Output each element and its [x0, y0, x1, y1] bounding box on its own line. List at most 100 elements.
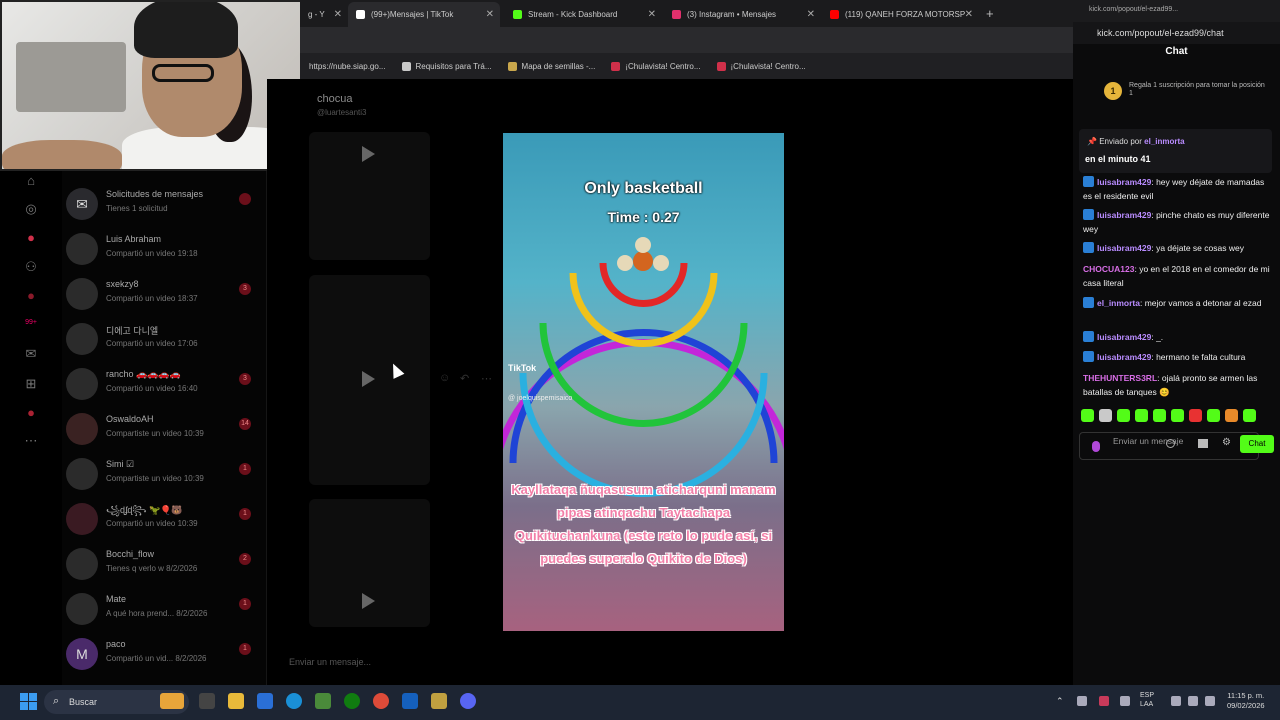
play-icon[interactable] — [362, 371, 375, 387]
app-tray-icon[interactable] — [1120, 696, 1130, 706]
taskview-icon[interactable] — [199, 693, 215, 709]
browser-tab-kick[interactable]: Stream - Kick Dashboard ✕ — [505, 4, 662, 24]
emote-icon[interactable] — [1171, 409, 1184, 422]
windows-start-icon[interactable] — [20, 693, 37, 710]
chat-username[interactable]: luisabram429 — [1097, 332, 1151, 342]
emote-icon[interactable] — [1243, 409, 1256, 422]
store-icon[interactable] — [257, 693, 273, 709]
address-bar[interactable] — [300, 27, 1073, 53]
tiktok-video-overlay[interactable]: Only basketball Time : 0.27 TikTok @ joe… — [503, 133, 784, 631]
list-item[interactable]: sxekzy8 Compartió un video 18:37 3 — [62, 272, 267, 317]
emote-icon[interactable] — [1135, 409, 1148, 422]
close-icon[interactable]: ✕ — [965, 9, 973, 20]
list-item[interactable]: 디에고 다니엘 Compartió un video 17:06 — [62, 317, 267, 362]
chat-username[interactable]: luisabram429 — [1097, 243, 1151, 253]
new-tab-icon[interactable]: + — [986, 6, 994, 21]
battery-icon[interactable] — [1205, 696, 1215, 706]
chat-username[interactable]: CHOCUA123 — [1083, 264, 1135, 274]
xbox-icon[interactable] — [344, 693, 360, 709]
emote-icon[interactable] — [1153, 409, 1166, 422]
browser-tab-tiktok[interactable]: (99+)Mensajes | TikTok ✕ — [348, 2, 500, 27]
send-chat-button[interactable]: Chat — [1240, 435, 1274, 453]
browser-tab-youtube[interactable]: (119) QANEH FORZA MOTORSP ✕ — [822, 4, 979, 24]
pinned-message[interactable]: 📌 Enviado por el_inmorta en el minuto 41 — [1079, 129, 1272, 173]
chat-username[interactable]: el_inmorta — [1097, 298, 1140, 308]
pinned-by-prefix: Enviado por — [1099, 137, 1142, 146]
system-clock[interactable]: 11:15 p. m. 09/02/2026 — [1227, 691, 1265, 711]
emoji-icon[interactable] — [1166, 439, 1175, 448]
chat-username[interactable]: luisabram429 — [1097, 177, 1151, 187]
emote-icon[interactable] — [1225, 409, 1238, 422]
wifi-icon[interactable] — [1171, 696, 1181, 706]
chevron-up-icon[interactable]: ⌃ — [1056, 696, 1066, 706]
chat-username[interactable]: luisabram429 — [1097, 352, 1151, 362]
bookmark-item[interactable]: ¡Chulavista! Centro... — [611, 61, 701, 71]
list-item[interactable]: ꧁ɖʄɖ꧂ 🦖🎈🐻 Compartió un video 10:39 1 — [62, 497, 267, 542]
minecraft-icon[interactable] — [315, 693, 331, 709]
emote-icon[interactable] — [1207, 409, 1220, 422]
chrome-icon[interactable] — [373, 693, 389, 709]
language-indicator[interactable]: ESP LAA — [1140, 691, 1154, 709]
add-icon[interactable]: ⊞ — [23, 376, 39, 392]
list-item[interactable]: rancho 🚗🚗🚗🚗 Compartió un video 16:40 3 — [62, 362, 267, 407]
store-icon[interactable] — [1198, 439, 1208, 448]
close-icon[interactable]: ✕ — [807, 9, 815, 20]
search-placeholder: Buscar — [69, 697, 98, 707]
outlook-icon[interactable] — [402, 693, 418, 709]
sub-badge-icon — [1083, 209, 1094, 220]
close-icon[interactable]: ✕ — [486, 9, 494, 20]
emoji-react-icon[interactable]: ☺ — [439, 372, 450, 384]
emote-icon[interactable] — [1099, 409, 1112, 422]
live-icon[interactable]: ● — [23, 230, 39, 246]
compass-icon[interactable]: ◎ — [23, 201, 39, 217]
list-item[interactable]: OswaldoAH Compartiste un video 10:39 14 — [62, 407, 267, 452]
more-icon[interactable]: ⋯ — [481, 372, 492, 385]
more-icon[interactable]: ⋯ — [23, 433, 39, 449]
edge-icon[interactable] — [286, 693, 302, 709]
shared-video-card[interactable] — [309, 275, 430, 485]
inbox-icon[interactable]: ✉ — [23, 346, 39, 362]
list-item[interactable]: Mate A qué hora prend... 8/2/2026 1 — [62, 587, 267, 632]
bookmark-item[interactable]: ¡Chulavista! Centro... — [716, 61, 806, 71]
reply-icon[interactable]: ↶ — [460, 372, 469, 385]
shared-video-card[interactable] — [309, 132, 430, 260]
cloud-icon[interactable] — [1077, 696, 1087, 706]
profile-icon[interactable]: ● — [23, 405, 39, 421]
avatar — [66, 278, 98, 310]
bookmark-item[interactable]: https://nube.siap.go... — [309, 62, 386, 71]
list-item[interactable]: Bocchi_flow Tienes q verlo w 8/2/2026 2 — [62, 542, 267, 587]
close-icon[interactable]: ✕ — [648, 9, 656, 20]
gear-icon[interactable]: ⚙ — [1222, 437, 1231, 448]
list-item[interactable]: Luis Abraham Compartió un video 19:18 — [62, 227, 267, 272]
friends-icon[interactable]: ⚇ — [23, 259, 39, 275]
play-icon[interactable] — [362, 146, 375, 162]
volume-icon[interactable] — [1188, 696, 1198, 706]
play-icon[interactable] — [362, 593, 375, 609]
widget-icon[interactable] — [160, 693, 184, 709]
browser-tab-instagram[interactable]: (3) Instagram • Mensajes ✕ — [664, 4, 821, 24]
discord-icon[interactable] — [460, 693, 476, 709]
list-item[interactable]: M paco Compartió un vid... 8/2/2026 1 — [62, 632, 267, 677]
emote-icon[interactable] — [1081, 409, 1094, 422]
chat-username[interactable]: luisabram429 — [1097, 210, 1151, 220]
message-input[interactable]: Enviar un mensaje... — [279, 651, 1059, 673]
bookmark-item[interactable]: Mapa de semillas -... — [507, 61, 595, 71]
emote-icon[interactable] — [1117, 409, 1130, 422]
bookmark-item[interactable]: Requisitos para Trá... — [401, 61, 492, 71]
home-icon[interactable]: ⌂ — [23, 173, 39, 189]
file-explorer-icon[interactable] — [228, 693, 244, 709]
mic-icon[interactable] — [1099, 696, 1109, 706]
browser-tab-0[interactable]: g - Y ✕ — [300, 4, 348, 24]
upload-icon[interactable]: ● — [23, 288, 39, 304]
pinned-user: el_inmorta — [1144, 137, 1185, 146]
emote-icon[interactable] — [1189, 409, 1202, 422]
document-icon — [401, 61, 411, 71]
close-icon[interactable]: ✕ — [334, 9, 342, 20]
shared-video-card[interactable] — [309, 499, 430, 627]
mic-icon[interactable] — [1092, 441, 1100, 452]
thread-message-requests[interactable]: ✉ Solicitudes de mensajes Tienes 1 solic… — [62, 182, 267, 227]
game-icon[interactable] — [431, 693, 447, 709]
chat-address[interactable]: kick.com/popout/el-ezad99/chat — [1073, 22, 1280, 44]
list-item[interactable]: Simi ☑ Compartiste un video 10:39 1 — [62, 452, 267, 497]
chat-username[interactable]: THEHUNTERS3RL — [1083, 373, 1157, 383]
